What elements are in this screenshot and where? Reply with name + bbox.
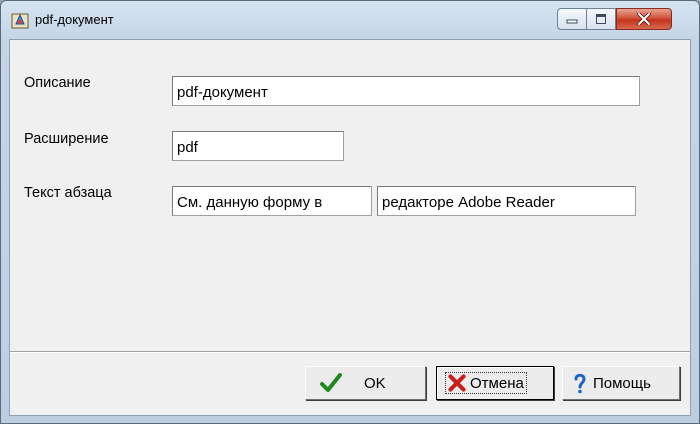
help-button[interactable]: Помощь — [562, 366, 680, 400]
close-button[interactable] — [616, 8, 672, 30]
cancel-label: Отмена — [470, 374, 524, 392]
extension-label: Расширение — [24, 131, 109, 147]
app-icon — [11, 13, 29, 29]
dialog-client-area: Описание pdf-документ Расширение pdf Тек… — [9, 39, 691, 416]
cancel-button[interactable]: Отмена — [436, 366, 554, 400]
question-mark-icon — [574, 373, 586, 394]
cancel-focus-rect: Отмена — [445, 372, 527, 394]
divider — [10, 351, 690, 353]
cancel-x-icon — [448, 374, 466, 392]
title-bar[interactable]: pdf-документ — [1, 1, 699, 39]
dialog-window: pdf-документ Описание pdf-документ Расши… — [0, 0, 700, 424]
paragraph-text-field-1[interactable]: См. данную форму в — [172, 186, 372, 216]
maximize-icon — [596, 14, 606, 24]
window-title: pdf-документ — [35, 12, 114, 27]
checkmark-icon — [320, 373, 342, 392]
help-label: Помощь — [593, 374, 651, 392]
minimize-icon — [566, 19, 578, 24]
extension-field[interactable]: pdf — [172, 131, 344, 161]
ok-label: OK — [364, 374, 386, 392]
maximize-button[interactable] — [586, 8, 616, 30]
paragraph-text-field-2[interactable]: редакторе Adobe Reader — [377, 186, 636, 216]
paragraph-text-label: Текст абзаца — [24, 185, 112, 201]
description-label: Описание — [24, 75, 91, 91]
minimize-button[interactable] — [557, 8, 587, 30]
description-field[interactable]: pdf-документ — [172, 76, 640, 106]
close-icon — [637, 13, 651, 25]
ok-button[interactable]: OK — [305, 366, 426, 400]
